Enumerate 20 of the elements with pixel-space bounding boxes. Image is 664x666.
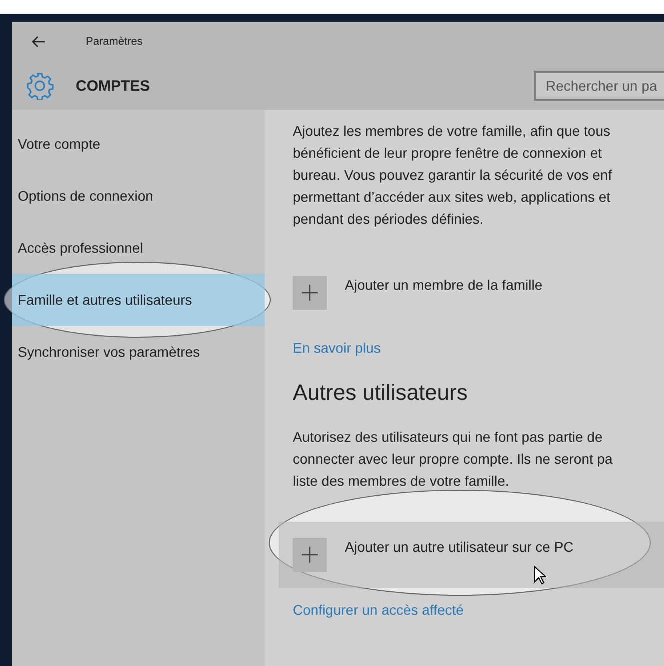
- window-title: Paramètres: [86, 36, 143, 48]
- mouse-cursor-icon: [534, 566, 546, 585]
- add-user-label: Ajouter un autre utilisateur sur ce PC: [345, 538, 574, 556]
- section-heading: Autres utilisateurs: [293, 380, 469, 406]
- description-text: Ajoutez les membres de votre famille, afin que tous bénéficient de leur propre fenêtre de connexion et bureau. Vous pouvez garantir la sécurité de vos enf permettant d’accéder aux sites web, applications et pendant des périodes définies.: [293, 122, 614, 229]
- sidebar-item[interactable]: Options de connexion: [12, 170, 265, 222]
- search-field[interactable]: Rechercher un pa: [534, 71, 664, 101]
- sidebar-item[interactable]: Votre compte: [12, 118, 265, 170]
- add-user-row[interactable]: Ajouter un membre de la famille: [279, 268, 664, 318]
- settings-icon: [26, 72, 54, 100]
- sidebar-item[interactable]: Accès professionnel: [12, 222, 265, 274]
- plus-icon: [293, 538, 327, 572]
- back-arrow-icon[interactable]: [32, 36, 46, 48]
- add-user-row[interactable]: Ajouter un autre utilisateur sur ce PC: [279, 522, 664, 588]
- section-title: COMPTES: [76, 78, 150, 94]
- sidebar-item[interactable]: Famille et autres utilisateurs: [12, 274, 265, 326]
- add-user-label: Ajouter un membre de la famille: [345, 276, 543, 294]
- plus-icon: [293, 276, 327, 310]
- sidebar-item[interactable]: Synchroniser vos paramètres: [12, 326, 265, 378]
- description-text: Autorisez des utilisateurs qui ne font pas partie de connecter avec leur propre compte. Ils ne seront pa liste des membres de votre famille.: [293, 428, 614, 491]
